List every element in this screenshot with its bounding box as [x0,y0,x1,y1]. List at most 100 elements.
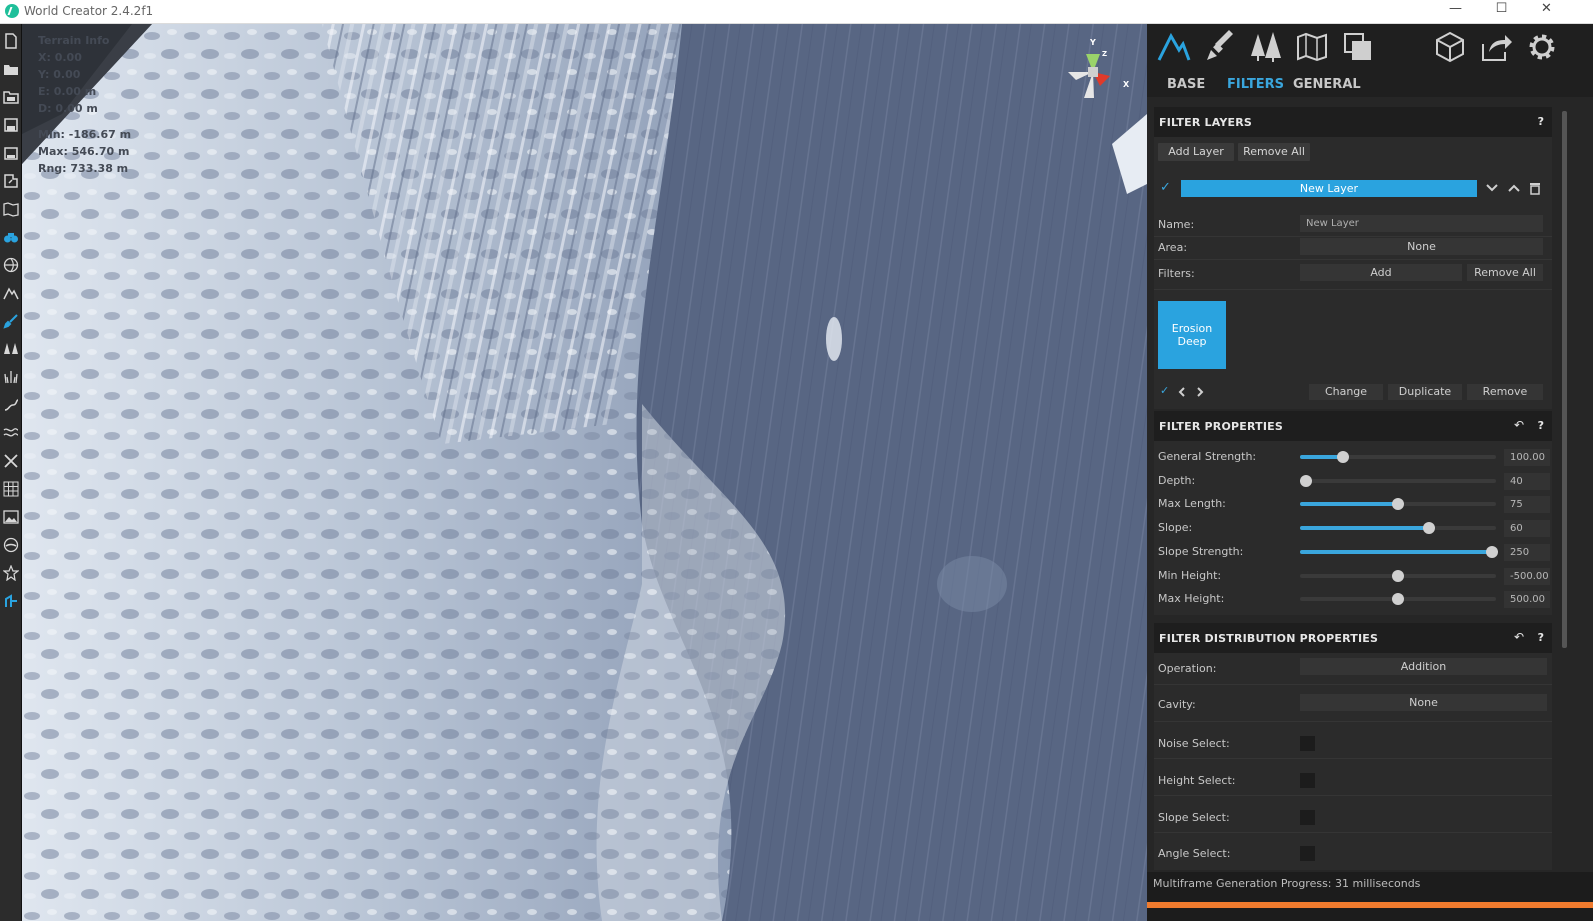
slope-select-checkbox[interactable] [1300,810,1315,825]
status-bar: Multiframe Generation Progress: 31 milli… [1147,872,1593,897]
slider-knob[interactable] [1392,570,1404,582]
remove-all-filters-button[interactable]: Remove All [1467,264,1543,281]
map-icon[interactable] [1295,30,1329,64]
close-button[interactable]: ✕ [1524,0,1569,24]
grid-icon[interactable] [3,481,19,497]
globe-icon[interactable] [3,257,19,273]
slider-knob[interactable] [1486,546,1499,558]
terrain-info-y: Y: 0.00 [38,68,81,81]
next-filter-icon[interactable] [1195,386,1205,398]
height-select-label: Height Select: [1158,774,1236,787]
right-panel: BASE FILTERS GENERAL FILTER LAYERS ? Add… [1147,24,1593,921]
export-3d-icon[interactable] [1433,30,1467,64]
terrain-info-max: Max: 546.70 m [38,145,130,158]
slider-knob[interactable] [1299,475,1312,487]
panel-scrollbar[interactable] [1562,111,1567,648]
slider-track[interactable] [1300,522,1496,534]
grass-icon[interactable] [3,369,19,385]
stamp-icon[interactable] [3,565,19,581]
remove-all-layers-button[interactable]: Remove All [1238,143,1310,161]
layer-enabled-checkbox[interactable]: ✓ [1160,180,1171,195]
slider-knob[interactable] [1337,451,1350,463]
duplicate-filter-button[interactable]: Duplicate [1388,384,1462,400]
brush-icon[interactable] [1203,30,1237,64]
tab-general[interactable]: GENERAL [1293,77,1361,92]
slider-value-input[interactable]: -500.00 [1504,568,1550,585]
tab-base[interactable]: BASE [1167,77,1205,92]
minimize-button[interactable]: — [1433,0,1478,24]
map-icon[interactable] [3,201,19,217]
help-icon[interactable]: ? [1538,115,1544,128]
slider-value-input[interactable]: 40 [1504,473,1550,490]
tab-filters[interactable]: FILTERS [1227,77,1284,92]
slider-value-input[interactable]: 100.00 [1504,449,1550,466]
add-filter-button[interactable]: Add [1300,264,1462,281]
terrain-icon[interactable] [1157,30,1191,64]
height-select-checkbox[interactable] [1300,773,1315,788]
maximize-button[interactable]: ☐ [1479,0,1524,24]
generation-progress [1147,897,1593,921]
save-icon[interactable] [3,117,19,133]
terrain-icon[interactable] [3,285,19,301]
previous-filter-icon[interactable] [1177,386,1187,398]
settings-icon[interactable] [1525,30,1559,64]
slider-track[interactable] [1299,475,1496,487]
open-recent-icon[interactable] [3,89,19,105]
slider-value-input[interactable]: 250 [1504,544,1550,561]
slider-track[interactable] [1300,593,1496,605]
help-icon[interactable]: ? [1538,631,1544,644]
operation-dropdown[interactable]: Addition [1300,658,1547,675]
share-icon[interactable] [1479,30,1513,64]
slider-track[interactable] [1300,498,1496,510]
delete-layer-icon[interactable] [1529,182,1541,195]
area-dropdown[interactable]: None [1300,238,1543,255]
move-up-icon[interactable] [1507,182,1521,194]
filter-card-erosion-deep[interactable]: Erosion Deep [1158,301,1226,369]
slider-value-input[interactable]: 75 [1504,496,1550,513]
slider-value-input[interactable]: 500.00 [1504,591,1550,608]
filter-enabled-checkbox[interactable]: ✓ [1160,384,1169,397]
sculpt-icon[interactable] [3,593,19,609]
slider-track[interactable] [1300,546,1499,558]
cavity-dropdown[interactable]: None [1300,694,1547,711]
collapse-icon[interactable] [3,453,19,469]
river-icon[interactable] [3,425,19,441]
forest-icon[interactable] [3,341,19,357]
layer-item[interactable]: New Layer [1181,180,1477,197]
open-folder-icon[interactable] [3,61,19,77]
reset-icon[interactable]: ↶ [1514,418,1524,432]
help-icon[interactable]: ? [1538,419,1544,432]
filter-distribution-title: FILTER DISTRIBUTION PROPERTIES [1159,632,1379,645]
import-icon[interactable] [3,173,19,189]
save-as-icon[interactable] [3,145,19,161]
noise-select-checkbox[interactable] [1300,736,1315,751]
layers-icon[interactable] [1341,30,1375,64]
road-icon[interactable] [3,397,19,413]
slider-track[interactable] [1300,451,1496,463]
panel-toolbar: BASE FILTERS GENERAL [1147,24,1593,97]
orientation-gizmo[interactable]: Y Z X [1062,36,1132,111]
move-down-icon[interactable] [1485,182,1499,194]
slider-knob[interactable] [1392,593,1404,605]
brush-icon[interactable] [3,313,19,329]
terrain-info-x: X: 0.00 [38,51,82,64]
filter-card-subtitle: Deep [1177,335,1207,348]
new-file-icon[interactable] [3,33,19,49]
reset-icon[interactable]: ↶ [1514,630,1524,644]
slider-track[interactable] [1300,570,1496,582]
slider-knob[interactable] [1392,498,1404,510]
angle-select-label: Angle Select: [1158,847,1231,860]
slider-row: Depth: 40 [1154,471,1552,491]
slider-knob[interactable] [1423,522,1436,534]
add-layer-button[interactable]: Add Layer [1158,143,1234,161]
slider-value-input[interactable]: 60 [1504,520,1550,537]
forest-icon[interactable] [1249,30,1283,64]
image-icon[interactable] [3,509,19,525]
angle-select-checkbox[interactable] [1300,846,1315,861]
layer-name-input[interactable]: New Layer [1300,215,1543,232]
binoculars-icon[interactable] [3,229,19,245]
change-filter-button[interactable]: Change [1309,384,1383,400]
terrain-viewport[interactable]: Terrain Info X: 0.00 Y: 0.00 E: 0.00 m D… [22,24,1147,921]
remove-filter-button[interactable]: Remove [1467,384,1543,400]
sphere-icon[interactable] [3,537,19,553]
